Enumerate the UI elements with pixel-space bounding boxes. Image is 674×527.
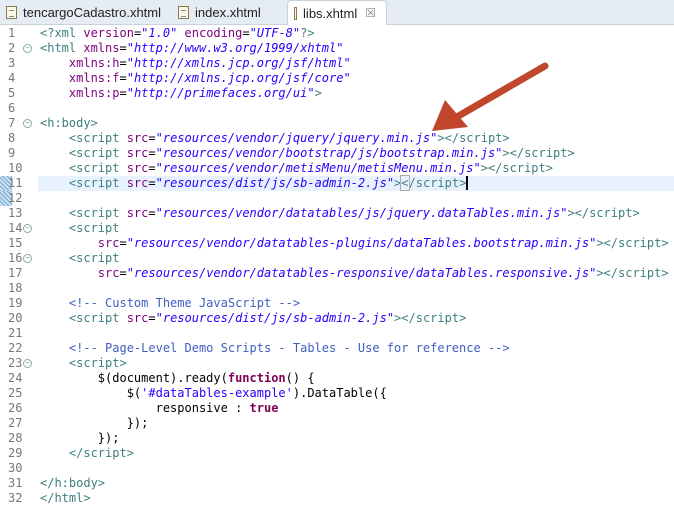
annotation-arrow-icon [432,62,549,131]
